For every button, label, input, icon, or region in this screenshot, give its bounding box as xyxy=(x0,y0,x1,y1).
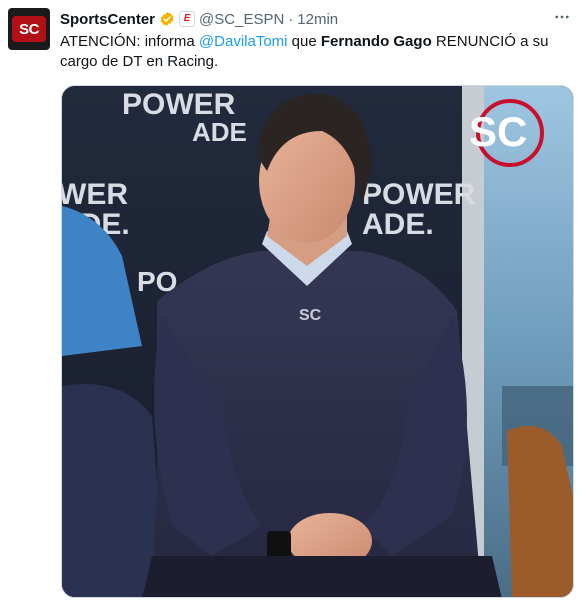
avatar[interactable]: SC xyxy=(8,8,50,50)
tweet-card[interactable]: SC SportsCenter E @SC_ESPN · 12min ATENC… xyxy=(0,0,583,605)
tweet-text: ATENCIÓN: informa @DavilaTomi que Fernan… xyxy=(60,32,568,72)
more-options-icon[interactable] xyxy=(551,7,573,27)
timestamp[interactable]: 12min xyxy=(297,11,338,28)
account-handle[interactable]: @SC_ESPN xyxy=(199,11,284,28)
account-name[interactable]: SportsCenter xyxy=(60,11,155,28)
tweet-header: SportsCenter E @SC_ESPN · 12min xyxy=(60,9,338,29)
affiliate-badge-icon[interactable]: E xyxy=(179,11,196,27)
man-trousers xyxy=(142,556,502,597)
tweet-text-part: ATENCIÓN: informa xyxy=(60,33,199,50)
separator: · xyxy=(288,10,294,28)
backdrop-word: ADE xyxy=(192,117,247,147)
verified-badge-icon[interactable] xyxy=(159,11,175,27)
backdrop-word: WER xyxy=(62,178,128,211)
mention-link[interactable]: @DavilaTomi xyxy=(199,33,288,50)
tweet-photo[interactable]: POWER ADE WER ADE. POWER ADE. PO SC xyxy=(61,85,574,598)
watermark-text: SC xyxy=(469,108,527,155)
left-person-jacket xyxy=(62,384,162,597)
affiliate-badge-letter: E xyxy=(183,13,191,24)
sweater-logo: SC xyxy=(299,307,322,324)
backdrop-word: ADE. xyxy=(362,208,434,241)
tweet-text-bold: Fernando Gago xyxy=(320,33,432,50)
backdrop-word: POWER xyxy=(362,178,476,211)
avatar-logo: SC xyxy=(12,16,46,42)
tweet-text-part: que xyxy=(287,33,321,50)
